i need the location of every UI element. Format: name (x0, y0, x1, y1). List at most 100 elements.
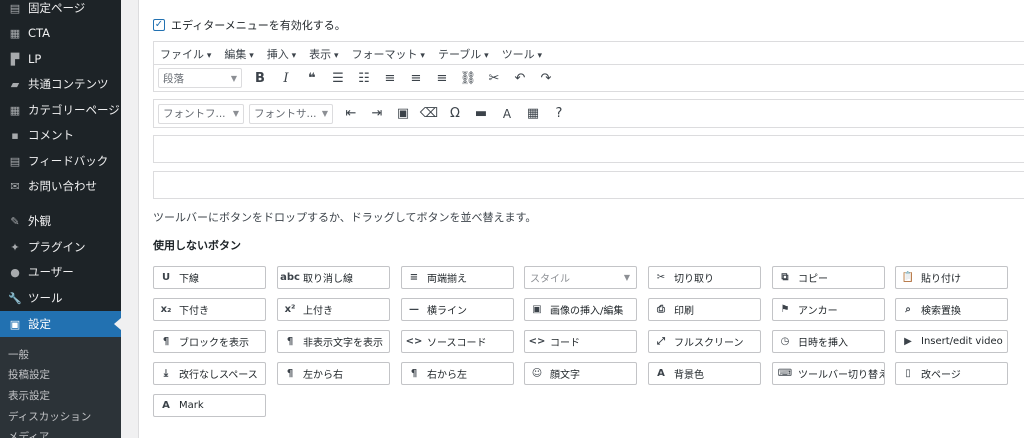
link-icon[interactable]: ⛓ (455, 67, 481, 89)
submenu-media[interactable]: メディア (8, 429, 49, 438)
editor-toolbar-drop-row-4[interactable] (153, 171, 1024, 199)
italic-icon[interactable]: I (273, 67, 299, 89)
feedback-icon: ▤ (9, 154, 21, 168)
toolbar-button-icon: ◷ (780, 336, 790, 347)
unused-button[interactable]: abc 取り消し線 (277, 266, 390, 289)
unused-button[interactable]: ⚑ アンカー (772, 298, 885, 321)
unused-button[interactable]: ▣ 画像の挿入/編集 (524, 298, 637, 321)
sidebar-item-pages[interactable]: ▤ 固定ページ (0, 0, 121, 21)
unused-button[interactable]: x² 上付き (277, 298, 390, 321)
toolbar-button-icon: 📋 (901, 272, 915, 283)
unlink-icon[interactable]: ✂ (481, 67, 507, 89)
unused-button[interactable]: ▯ 改ページ (895, 362, 1008, 385)
text-color-icon[interactable]: A (494, 103, 520, 125)
page-icon: ▤ (9, 1, 21, 15)
unused-button[interactable]: U 下線 (153, 266, 266, 289)
bold-icon[interactable]: B (247, 67, 273, 89)
menu-table[interactable]: テーブル (438, 46, 489, 62)
clear-formatting-icon[interactable]: ⌫ (416, 103, 442, 125)
toolbar-button-icon: A (657, 368, 665, 379)
font-size-select[interactable]: フォントサ... ▼ (249, 103, 333, 124)
unused-button[interactable]: ☺ 顔文字 (524, 362, 637, 385)
format-select[interactable]: 段落 ▼ (158, 68, 242, 88)
sidebar-item-category-page[interactable]: ▦ カテゴリーページ (0, 97, 121, 123)
sidebar-item-cta[interactable]: ▦ CTA (0, 20, 121, 46)
unused-button[interactable]: ≡ 両端揃え (401, 266, 514, 289)
drag-hint-text: ツールバーにボタンをドロップするか、ドラッグしてボタンを並べ替えます。 (153, 211, 537, 224)
unused-button[interactable]: ▶ Insert/edit video (895, 330, 1008, 353)
unused-button[interactable]: ⤓ 改行なしスペース (153, 362, 266, 385)
font-family-select[interactable]: フォントフ... ▼ (158, 103, 244, 124)
unused-button[interactable]: ⧉ コピー (772, 266, 885, 289)
unused-button[interactable]: スタイル ▼ (524, 266, 637, 289)
sidebar-item-plugins[interactable]: ✦ プラグイン (0, 234, 121, 260)
unused-button[interactable]: ⤢ フルスクリーン (648, 330, 761, 353)
sidebar-item-shared-content[interactable]: ▰ 共通コンテンツ (0, 71, 121, 97)
outdent-icon[interactable]: ⇤ (338, 103, 364, 125)
align-left-icon[interactable]: ≡ (377, 67, 403, 89)
chevron-down-icon: ▼ (230, 73, 237, 83)
unused-button[interactable]: ¶ ブロックを表示 (153, 330, 266, 353)
unused-button[interactable]: ⌨ ツールバー切り替え (772, 362, 885, 385)
unused-button[interactable]: ⎙ 印刷 (648, 298, 761, 321)
blockquote-icon[interactable]: ❝ (299, 67, 325, 89)
unused-button[interactable]: — 横ライン (401, 298, 514, 321)
unused-button-label: 検索置換 (921, 306, 961, 317)
unused-button[interactable]: 📋 貼り付け (895, 266, 1008, 289)
toolbar-button-icon: ¶ (410, 368, 418, 379)
toolbar-button-icon: ✂ (656, 272, 666, 283)
toolbar-button-icon: ≡ (409, 272, 419, 283)
read-more-icon[interactable]: ▬ (468, 103, 494, 125)
unused-button[interactable]: A Mark (153, 394, 266, 417)
sidebar-item-contact[interactable]: ✉ お問い合わせ (0, 173, 121, 199)
indent-icon[interactable]: ⇥ (364, 103, 390, 125)
sidebar-item-feedback[interactable]: ▤ フィードバック (0, 148, 121, 174)
unused-button[interactable]: ¶ 非表示文字を表示 (277, 330, 390, 353)
unused-button-label: 下線 (179, 274, 199, 285)
toolbar-button-icon: ▣ (532, 304, 542, 315)
enable-editor-menu-checkbox[interactable]: ✓ (153, 19, 165, 31)
align-center-icon[interactable]: ≡ (403, 67, 429, 89)
submenu-writing[interactable]: 投稿設定 (8, 367, 50, 382)
sidebar-item-label: 設定 (28, 317, 51, 331)
special-character-icon[interactable]: Ω (442, 103, 468, 125)
submenu-discussion[interactable]: ディスカッション (8, 409, 91, 424)
menu-format[interactable]: フォーマット (352, 46, 425, 62)
unused-button[interactable]: A 背景色 (648, 362, 761, 385)
redo-icon[interactable]: ↷ (533, 67, 559, 89)
unused-button[interactable]: ◷ 日時を挿入 (772, 330, 885, 353)
unused-button[interactable]: ¶ 左から右 (277, 362, 390, 385)
unused-button[interactable]: x₂ 下付き (153, 298, 266, 321)
menu-insert[interactable]: 挿入 (267, 46, 296, 62)
sidebar-item-label: コメント (28, 128, 74, 142)
unused-button[interactable]: ⌕ 検索置換 (895, 298, 1008, 321)
help-icon[interactable]: ? (546, 103, 572, 125)
unused-button[interactable]: <> コード (524, 330, 637, 353)
table-icon[interactable]: ▦ (520, 103, 546, 125)
sidebar-item-lp[interactable]: ▛ LP (0, 46, 121, 72)
settings-panel: ✓ エディターメニューを有効化する。 ファイル 編集 挿入 表示 フォーマット … (138, 0, 1024, 438)
sidebar-item-comments[interactable]: ▪ コメント (0, 122, 121, 148)
unused-button-label: 右から左 (427, 370, 467, 381)
sidebar-item-appearance[interactable]: ✎ 外観 (0, 208, 121, 234)
sidebar-item-settings[interactable]: ▣ 設定 (0, 311, 121, 337)
editor-toolbar-drop-row-3[interactable] (153, 135, 1024, 163)
menu-view[interactable]: 表示 (309, 46, 338, 62)
unused-buttons-heading: 使用しないボタン (153, 239, 241, 252)
bullet-list-icon[interactable]: ☰ (325, 67, 351, 89)
unused-button[interactable]: ✂ 切り取り (648, 266, 761, 289)
unused-button[interactable]: <> ソースコード (401, 330, 514, 353)
comment-icon: ▪ (11, 128, 19, 142)
sidebar-item-tools[interactable]: 🔧 ツール (0, 285, 121, 311)
menu-edit[interactable]: 編集 (224, 46, 253, 62)
unused-button[interactable]: ¶ 右から左 (401, 362, 514, 385)
submenu-general[interactable]: 一般 (8, 347, 29, 362)
numbered-list-icon[interactable]: ☷ (351, 67, 377, 89)
menu-tools[interactable]: ツール (502, 46, 542, 62)
align-right-icon[interactable]: ≡ (429, 67, 455, 89)
submenu-reading[interactable]: 表示設定 (8, 388, 50, 403)
paste-text-icon[interactable]: ▣ (390, 103, 416, 125)
undo-icon[interactable]: ↶ (507, 67, 533, 89)
menu-file[interactable]: ファイル (160, 46, 211, 62)
sidebar-item-users[interactable]: ● ユーザー (0, 259, 121, 285)
